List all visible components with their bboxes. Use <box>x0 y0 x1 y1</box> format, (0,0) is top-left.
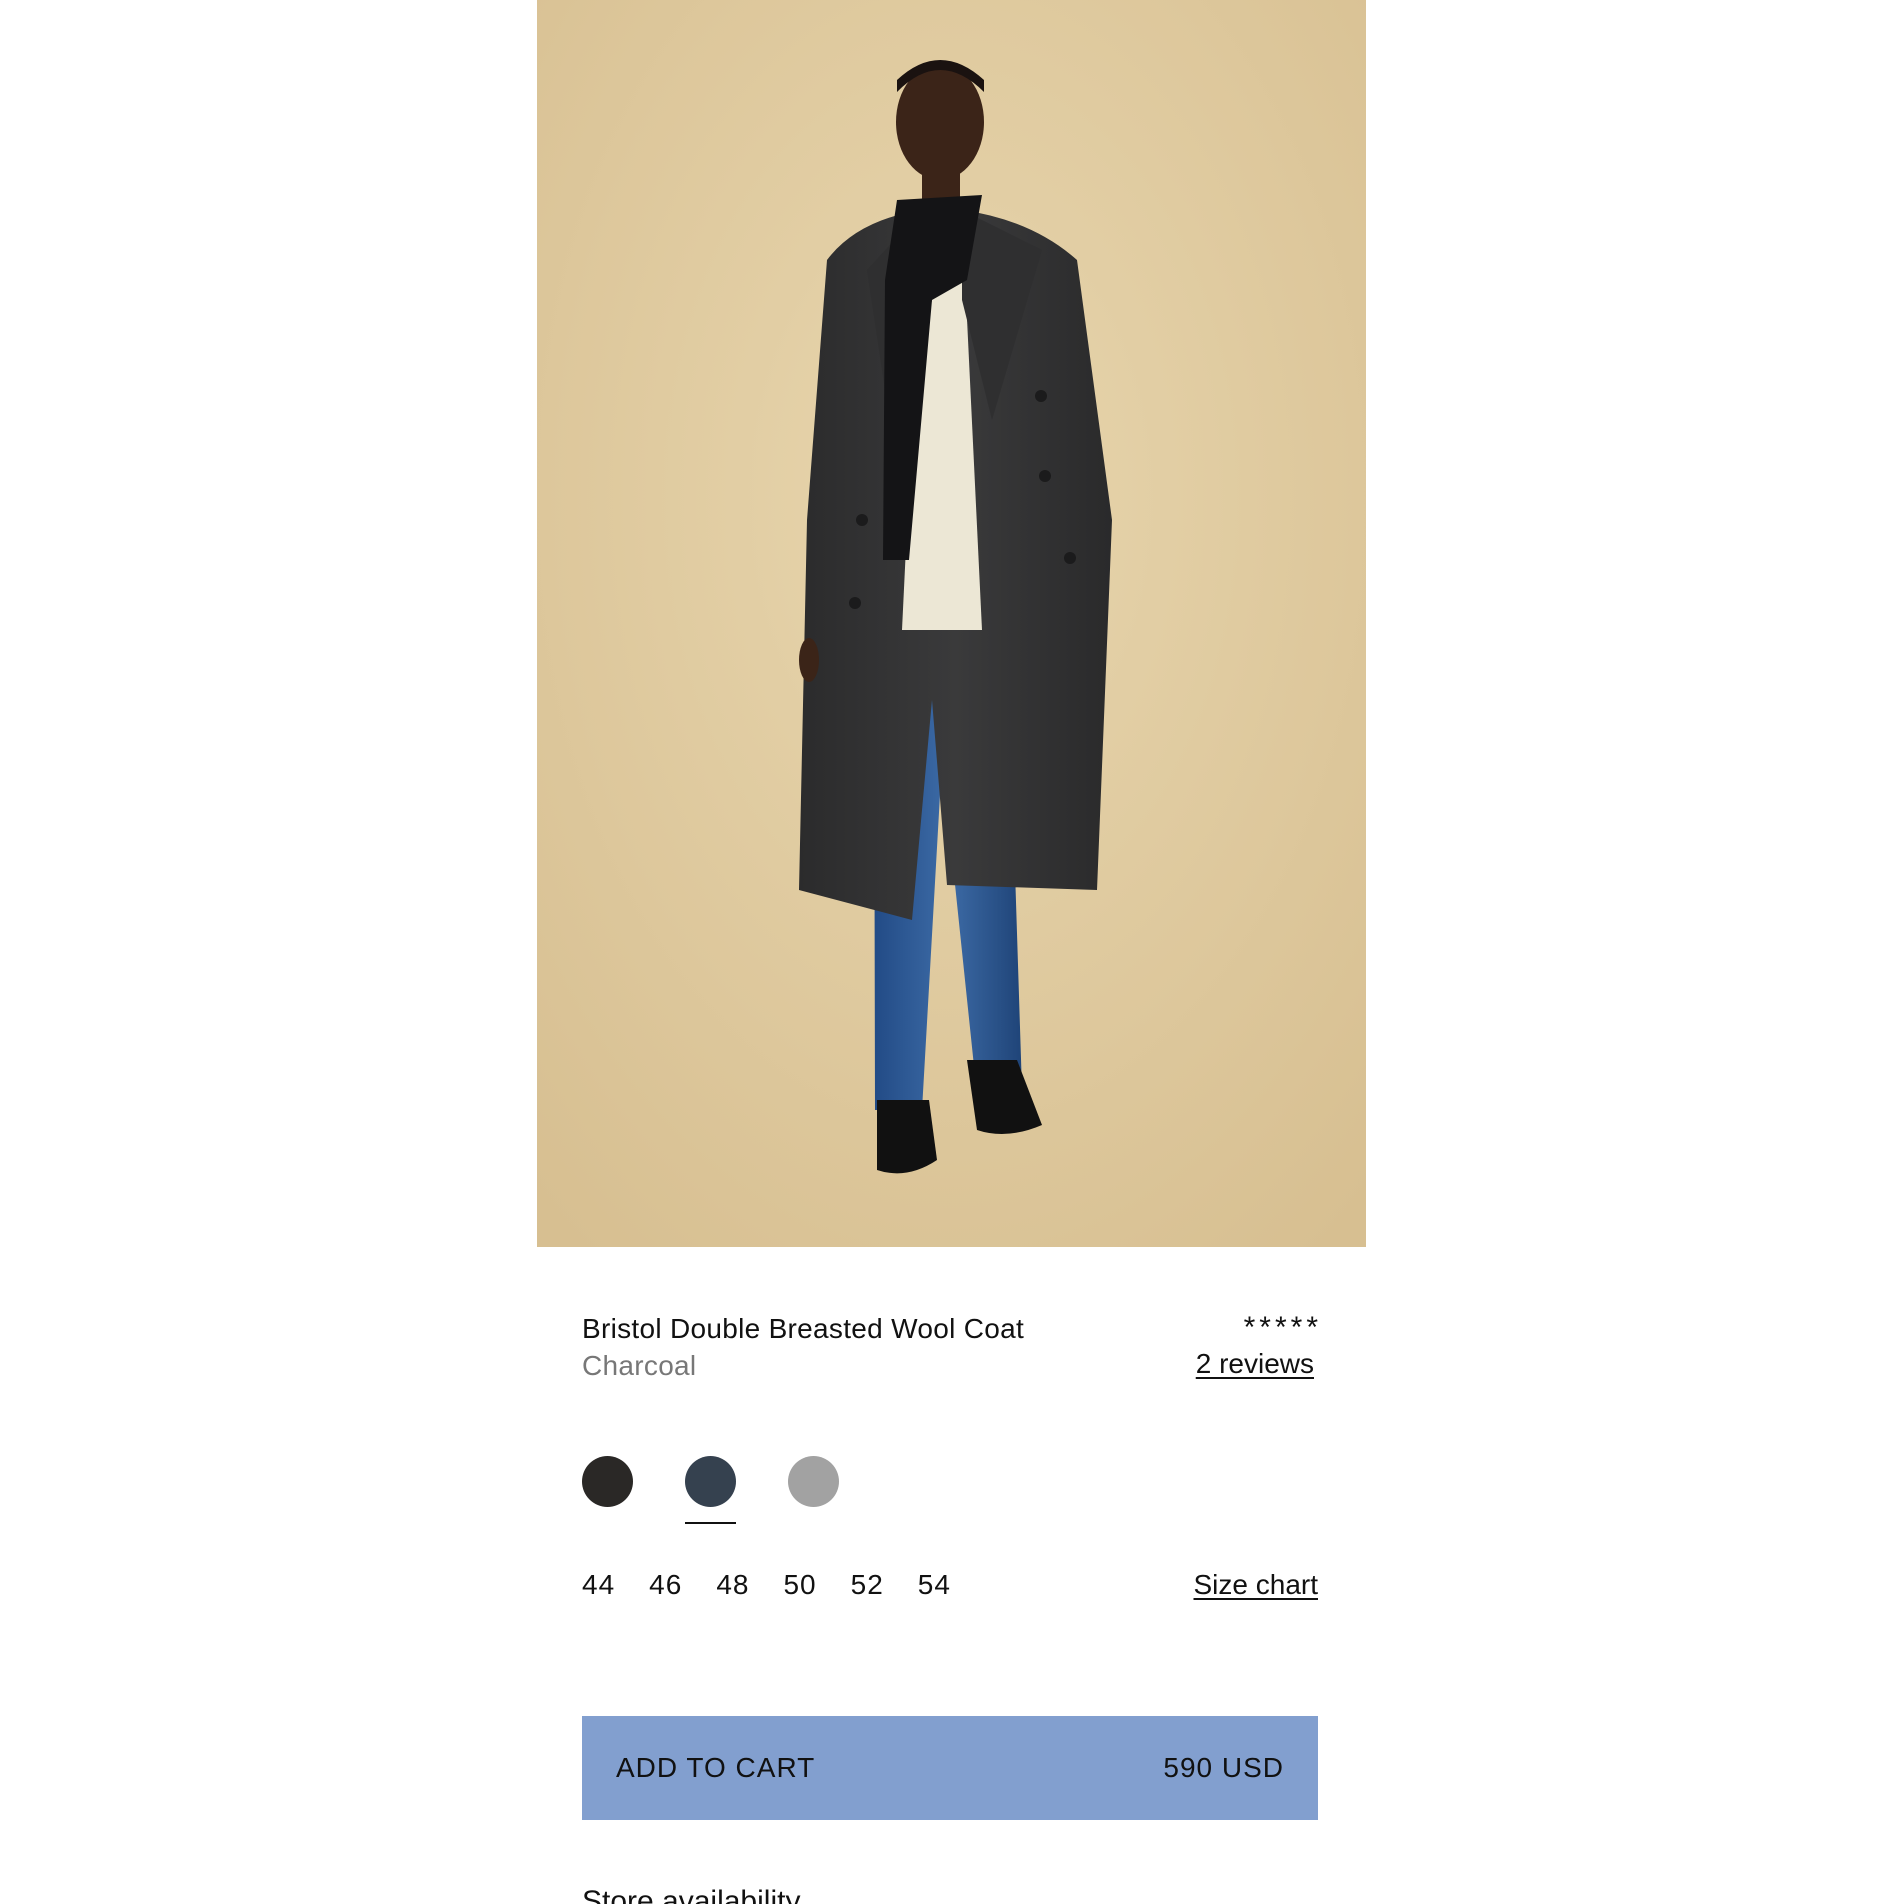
rating-stars: ***** <box>1243 1311 1322 1344</box>
product-header: Bristol Double Breasted Wool Coat Charco… <box>582 1310 1318 1384</box>
store-availability-link[interactable]: Store availability <box>582 1884 800 1904</box>
product-title-block: Bristol Double Breasted Wool Coat Charco… <box>582 1310 1024 1384</box>
size-selector-row: 44 46 48 50 52 54 Size chart <box>582 1569 1318 1601</box>
color-swatches <box>582 1456 1318 1524</box>
product-color-name: Charcoal <box>582 1350 697 1381</box>
model-photo-illustration <box>537 0 1366 1247</box>
rating-block: ***** 2 reviews <box>1188 1310 1318 1382</box>
add-to-cart-label: ADD TO CART <box>616 1752 816 1783</box>
size-option-46[interactable]: 46 <box>649 1569 682 1601</box>
size-option-44[interactable]: 44 <box>582 1569 615 1601</box>
product-title: Bristol Double Breasted Wool Coat <box>582 1313 1025 1344</box>
swatch-navy[interactable] <box>685 1456 736 1524</box>
reviews-link[interactable]: 2 reviews <box>1196 1346 1314 1382</box>
swatch-grey[interactable] <box>788 1456 839 1507</box>
size-chart-link[interactable]: Size chart <box>1194 1569 1319 1601</box>
product-page: Bristol Double Breasted Wool Coat Charco… <box>0 0 1904 1904</box>
size-option-54[interactable]: 54 <box>918 1569 951 1601</box>
swatch-black[interactable] <box>582 1456 633 1507</box>
add-to-cart-button[interactable]: ADD TO CART 590 USD <box>582 1716 1318 1820</box>
product-info: Bristol Double Breasted Wool Coat Charco… <box>582 1310 1318 1601</box>
size-option-50[interactable]: 50 <box>783 1569 816 1601</box>
price-label: 590 USD <box>1163 1752 1284 1783</box>
size-option-52[interactable]: 52 <box>851 1569 884 1601</box>
size-option-48[interactable]: 48 <box>716 1569 749 1601</box>
size-options: 44 46 48 50 52 54 <box>582 1569 951 1601</box>
product-image[interactable] <box>537 0 1366 1247</box>
